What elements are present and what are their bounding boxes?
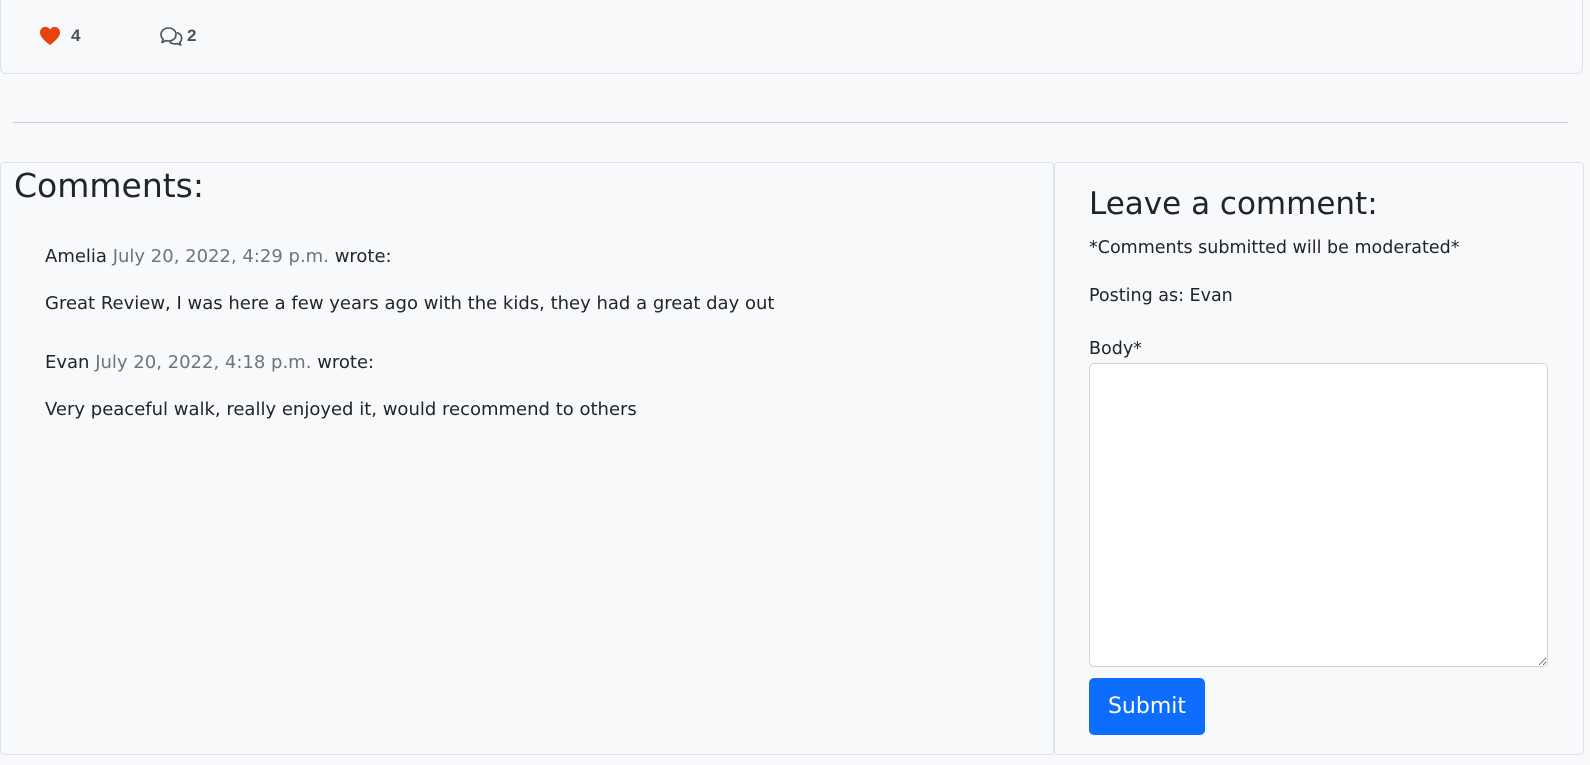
comment-date: July 20, 2022, 4:29 p.m.	[112, 246, 329, 267]
comment-body-textarea[interactable]	[1089, 363, 1548, 667]
comment-author: Amelia	[45, 246, 107, 267]
moderation-note: *Comments submitted will be moderated*	[1089, 238, 1460, 258]
comment-meta: Amelia July 20, 2022, 4:29 p.m. wrote:	[45, 244, 1025, 270]
comments-count: 2	[187, 26, 197, 45]
comment-date: July 20, 2022, 4:18 p.m.	[95, 352, 312, 373]
post-card: 4 2	[0, 0, 1583, 74]
comment-item: Amelia July 20, 2022, 4:29 p.m. wrote: G…	[45, 244, 1025, 317]
like-stat[interactable]: 4	[39, 24, 159, 48]
comment-wrote-label: wrote:	[317, 352, 375, 373]
comment-body: Very peaceful walk, really enjoyed it, w…	[45, 399, 637, 420]
comment-body: Great Review, I was here a few years ago…	[45, 293, 775, 314]
chat-bubbles-icon	[159, 26, 183, 46]
section-divider	[13, 122, 1568, 123]
comment-item: Evan July 20, 2022, 4:18 p.m. wrote: Ver…	[45, 350, 1025, 423]
body-field-label: Body*	[1089, 339, 1142, 359]
post-stats-bar: 4 2	[39, 24, 196, 48]
submit-button[interactable]: Submit	[1089, 678, 1205, 735]
comment-stat: 2	[159, 24, 196, 48]
comment-author: Evan	[45, 352, 90, 373]
comments-heading: Comments:	[14, 166, 204, 205]
posting-as-label: Posting as: Evan	[1089, 286, 1233, 306]
comment-meta: Evan July 20, 2022, 4:18 p.m. wrote:	[45, 350, 1025, 376]
heart-icon[interactable]	[39, 26, 61, 46]
comment-wrote-label: wrote:	[334, 246, 392, 267]
likes-count: 4	[71, 26, 81, 45]
comment-list: Amelia July 20, 2022, 4:29 p.m. wrote: G…	[45, 244, 1025, 456]
comment-form-heading: Leave a comment:	[1089, 186, 1378, 222]
